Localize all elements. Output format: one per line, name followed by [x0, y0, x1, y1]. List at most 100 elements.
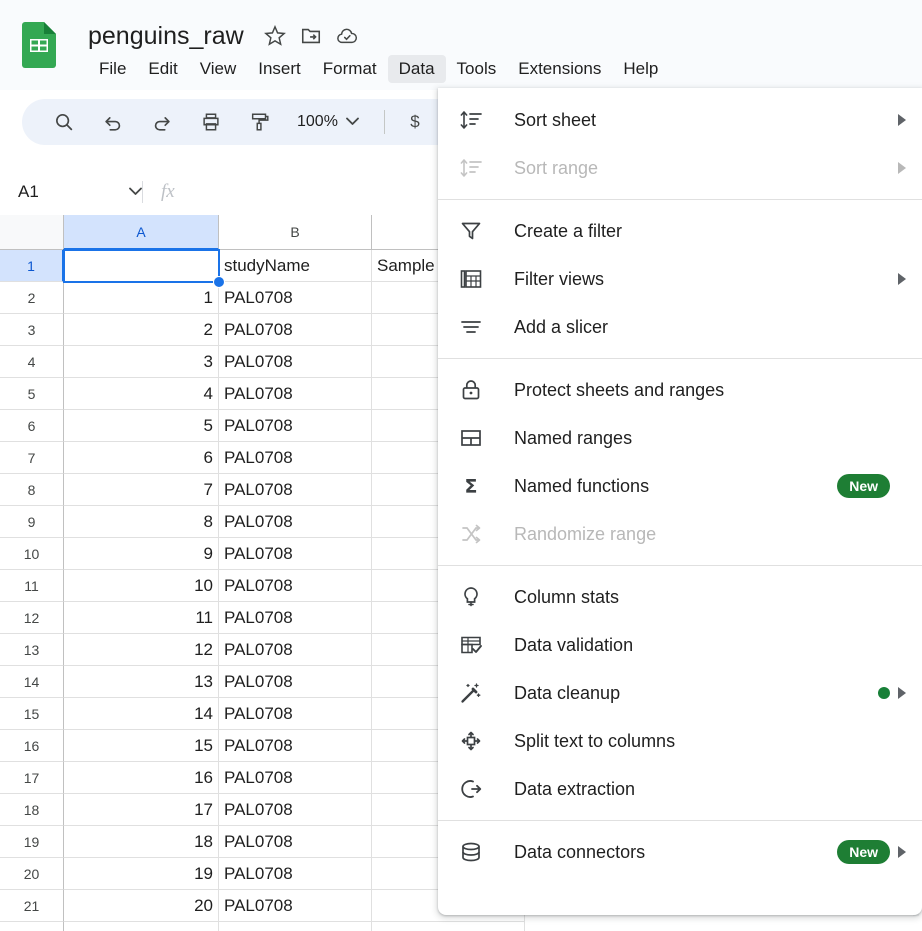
table-cell[interactable]: PAL0708	[219, 730, 372, 762]
table-cell[interactable]: 1	[64, 282, 219, 314]
page-title[interactable]: penguins_raw	[88, 21, 244, 51]
table-cell[interactable]: 5	[64, 410, 219, 442]
table-cell[interactable]: studyName	[219, 250, 372, 282]
table-cell[interactable]: 20	[64, 890, 219, 922]
menu-item-named-ranges[interactable]: Named ranges	[438, 414, 922, 462]
menu-item-data-connectors[interactable]: Data connectorsNew	[438, 828, 922, 876]
table-cell[interactable]: 14	[64, 698, 219, 730]
row-header-14[interactable]: 14	[0, 666, 64, 698]
table-cell[interactable]: 6	[64, 442, 219, 474]
table-cell[interactable]: 16	[64, 762, 219, 794]
row-header-4[interactable]: 4	[0, 346, 64, 378]
table-cell[interactable]: PAL0708	[219, 794, 372, 826]
menu-tools[interactable]: Tools	[446, 55, 508, 83]
select-all-corner[interactable]	[0, 215, 64, 250]
menu-item-sort-sheet[interactable]: Sort sheet	[438, 96, 922, 144]
table-cell[interactable]: PAL0708	[219, 890, 372, 922]
row-header-19[interactable]: 19	[0, 826, 64, 858]
paint-format-icon[interactable]	[242, 104, 278, 140]
row-header-3[interactable]: 3	[0, 314, 64, 346]
row-header-20[interactable]: 20	[0, 858, 64, 890]
row-header-9[interactable]: 9	[0, 506, 64, 538]
table-cell[interactable]: PAL0708	[219, 826, 372, 858]
menu-view[interactable]: View	[189, 55, 248, 83]
row-header-8[interactable]: 8	[0, 474, 64, 506]
row-header-7[interactable]: 7	[0, 442, 64, 474]
table-cell[interactable]: PAL0708	[219, 442, 372, 474]
column-header-B[interactable]: B	[219, 215, 372, 250]
row-header-2[interactable]: 2	[0, 282, 64, 314]
table-cell[interactable]: 4	[64, 378, 219, 410]
star-icon[interactable]	[264, 25, 286, 47]
table-cell[interactable]: PAL0708	[219, 570, 372, 602]
name-box[interactable]: A1	[0, 168, 142, 215]
table-cell[interactable]: 9	[64, 538, 219, 570]
table-cell[interactable]: PAL0708	[219, 410, 372, 442]
menu-insert[interactable]: Insert	[247, 55, 312, 83]
row-header-21[interactable]: 21	[0, 890, 64, 922]
search-icon[interactable]	[46, 104, 82, 140]
menu-item-add-a-slicer[interactable]: Add a slicer	[438, 303, 922, 351]
table-cell[interactable]	[64, 250, 219, 282]
table-cell[interactable]: 3	[64, 346, 219, 378]
row-header-17[interactable]: 17	[0, 762, 64, 794]
table-cell[interactable]: 19	[64, 858, 219, 890]
table-cell[interactable]: PAL0708	[219, 282, 372, 314]
menu-item-named-functions[interactable]: ΣNamed functionsNew	[438, 462, 922, 510]
table-cell[interactable]: 10	[64, 570, 219, 602]
menu-item-data-cleanup[interactable]: Data cleanup	[438, 669, 922, 717]
row-header-5[interactable]: 5	[0, 378, 64, 410]
menu-item-data-extraction[interactable]: Data extraction	[438, 765, 922, 813]
table-cell[interactable]: PAL0708	[219, 922, 372, 931]
menu-item-create-a-filter[interactable]: Create a filter	[438, 207, 922, 255]
menu-item-split-text-to-columns[interactable]: Split text to columns	[438, 717, 922, 765]
table-cell[interactable]: PAL0708	[219, 314, 372, 346]
table-cell[interactable]: PAL0708	[219, 538, 372, 570]
menu-edit[interactable]: Edit	[137, 55, 188, 83]
menu-file[interactable]: File	[88, 55, 137, 83]
undo-icon[interactable]	[95, 104, 131, 140]
table-cell[interactable]: PAL0708	[219, 666, 372, 698]
table-cell[interactable]: PAL0708	[219, 474, 372, 506]
menu-format[interactable]: Format	[312, 55, 388, 83]
table-cell[interactable]: 11	[64, 602, 219, 634]
row-header-13[interactable]: 13	[0, 634, 64, 666]
table-cell[interactable]: 2	[64, 314, 219, 346]
table-cell[interactable]: 18	[64, 826, 219, 858]
row-header-11[interactable]: 11	[0, 570, 64, 602]
zoom-control[interactable]: 100%	[291, 108, 365, 136]
redo-icon[interactable]	[144, 104, 180, 140]
table-cell[interactable]: 17	[64, 794, 219, 826]
move-to-folder-icon[interactable]	[300, 25, 322, 47]
table-cell[interactable]: 12	[64, 634, 219, 666]
menu-data[interactable]: Data	[388, 55, 446, 83]
currency-format-button[interactable]: $	[398, 112, 432, 132]
menu-item-protect-sheets-and-ranges[interactable]: Protect sheets and ranges	[438, 366, 922, 414]
table-cell[interactable]: PAL0708	[219, 602, 372, 634]
table-cell[interactable]: PAL0708	[219, 506, 372, 538]
table-cell[interactable]: PAL0708	[219, 634, 372, 666]
cloud-saved-icon[interactable]	[336, 25, 358, 47]
row-header-1[interactable]: 1	[0, 250, 64, 282]
table-cell[interactable]: PAL0708	[219, 346, 372, 378]
table-cell[interactable]: PAL0708	[219, 762, 372, 794]
table-cell[interactable]: 7	[64, 474, 219, 506]
row-header-16[interactable]: 16	[0, 730, 64, 762]
table-cell[interactable]: 21	[64, 922, 219, 931]
table-cell[interactable]: 15	[64, 730, 219, 762]
menu-help[interactable]: Help	[612, 55, 669, 83]
menu-item-data-validation[interactable]: Data validation	[438, 621, 922, 669]
menu-extensions[interactable]: Extensions	[507, 55, 612, 83]
row-header-12[interactable]: 12	[0, 602, 64, 634]
table-cell[interactable]: PAL0708	[219, 858, 372, 890]
menu-item-filter-views[interactable]: Filter views	[438, 255, 922, 303]
table-cell[interactable]: PAL0708	[219, 378, 372, 410]
row-header-18[interactable]: 18	[0, 794, 64, 826]
table-cell[interactable]: 8	[64, 506, 219, 538]
print-icon[interactable]	[193, 104, 229, 140]
chevron-down-icon[interactable]	[129, 183, 142, 201]
row-header-15[interactable]: 15	[0, 698, 64, 730]
menu-item-column-stats[interactable]: Column stats	[438, 573, 922, 621]
row-header-6[interactable]: 6	[0, 410, 64, 442]
column-header-A[interactable]: A	[64, 215, 219, 250]
